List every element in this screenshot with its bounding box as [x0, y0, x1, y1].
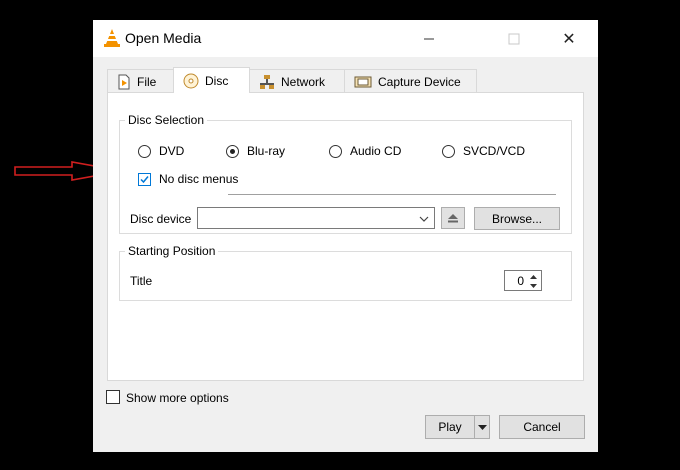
close-icon: ✕ — [562, 30, 576, 48]
title-bar: Open Media ✕ — [93, 20, 598, 57]
spin-up-button[interactable] — [527, 272, 540, 281]
radio-dvd-circle — [138, 144, 151, 158]
radio-dvd-label: DVD — [159, 144, 185, 158]
eject-icon — [448, 214, 458, 223]
radio-blu-ray-circle — [226, 144, 239, 158]
minimize-icon — [424, 38, 434, 39]
radio-audio-cd-label: Audio CD — [350, 144, 402, 158]
tab-file-label: File — [137, 74, 157, 89]
browse-button[interactable]: Browse... — [474, 207, 560, 230]
chevron-down-icon — [477, 424, 487, 430]
file-icon — [118, 74, 130, 89]
title-spinbox[interactable]: 0 — [504, 270, 542, 291]
radio-svcd-vcd[interactable]: SVCD/VCD — [442, 144, 525, 158]
eject-button[interactable] — [441, 207, 465, 229]
checkmark-icon — [140, 176, 149, 184]
no-disc-menus-checkbox[interactable] — [138, 173, 151, 186]
separator-line — [228, 194, 556, 195]
play-button-label: Play — [438, 420, 462, 434]
capture-device-icon — [354, 76, 372, 87]
network-icon — [260, 74, 274, 89]
chevron-down-icon — [419, 216, 429, 222]
radio-dvd[interactable]: DVD — [138, 144, 184, 158]
vlc-cone-icon — [104, 29, 120, 47]
spin-up-icon — [530, 274, 537, 279]
tab-network[interactable]: Network — [249, 69, 345, 93]
starting-position-group: Starting Position Title 0 — [119, 244, 572, 301]
tab-disc-label: Disc — [205, 73, 229, 88]
spin-down-button[interactable] — [527, 281, 540, 290]
no-disc-menus-label: No disc menus — [159, 172, 239, 186]
show-more-options-label: Show more options — [126, 391, 229, 405]
disc-selection-legend: Disc Selection — [125, 113, 208, 127]
minimize-button[interactable] — [406, 20, 452, 57]
maximize-icon — [508, 33, 520, 44]
title-spinbox-value: 0 — [517, 274, 524, 288]
spin-down-icon — [530, 283, 537, 288]
close-button[interactable]: ✕ — [546, 20, 592, 57]
play-dropdown-button[interactable] — [474, 415, 490, 439]
disc-icon — [183, 73, 199, 88]
open-media-dialog: Open Media ✕ File Disc Network Capture D… — [93, 20, 598, 452]
radio-audio-cd-circle — [329, 144, 342, 158]
tab-file[interactable]: File — [107, 69, 174, 93]
show-more-options-checkbox[interactable] — [106, 390, 120, 404]
cancel-button[interactable]: Cancel — [499, 415, 585, 439]
window-title: Open Media — [125, 30, 202, 46]
tab-capture-device[interactable]: Capture Device — [344, 69, 477, 93]
radio-svcd-vcd-circle — [442, 144, 455, 158]
play-button[interactable]: Play — [425, 415, 475, 439]
cancel-button-label: Cancel — [523, 420, 561, 434]
radio-audio-cd[interactable]: Audio CD — [329, 144, 401, 158]
radio-blu-ray-label: Blu-ray — [247, 144, 286, 158]
tab-disc[interactable]: Disc — [173, 67, 250, 93]
disc-selection-group: Disc Selection DVD Blu-ray Audio CD SVCD… — [119, 113, 572, 234]
maximize-button[interactable] — [491, 20, 537, 57]
browse-button-label: Browse... — [491, 211, 542, 226]
radio-svcd-vcd-label: SVCD/VCD — [463, 144, 526, 158]
disc-device-combobox[interactable] — [197, 207, 435, 229]
starting-position-legend: Starting Position — [125, 244, 219, 258]
tab-network-label: Network — [281, 74, 326, 89]
radio-blu-ray[interactable]: Blu-ray — [226, 144, 285, 158]
disc-tab-panel: Disc Selection DVD Blu-ray Audio CD SVCD… — [107, 92, 584, 381]
tab-capture-device-label: Capture Device — [378, 74, 461, 89]
disc-device-label: Disc device — [130, 212, 192, 226]
title-label: Title — [130, 274, 153, 288]
